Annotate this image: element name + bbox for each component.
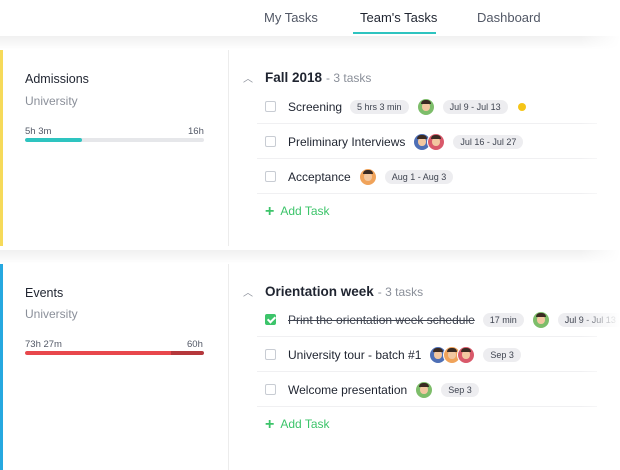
plus-icon: + <box>265 416 275 433</box>
section-header: ︿ Orientation week - 3 tasks <box>243 284 423 299</box>
project-type: University <box>25 307 78 321</box>
avatar[interactable] <box>416 97 435 116</box>
card-shadow <box>0 250 620 264</box>
assignees <box>429 345 476 364</box>
task-checkbox[interactable] <box>265 171 276 182</box>
tab-my-tasks[interactable]: My Tasks <box>264 10 318 25</box>
overtime-segment <box>171 351 204 355</box>
active-tab-indicator <box>353 32 436 34</box>
task-row[interactable]: Acceptance Aug 1 - Aug 3 <box>257 159 597 194</box>
assignees <box>413 132 446 151</box>
avatar[interactable] <box>427 132 446 151</box>
assignees <box>416 97 435 116</box>
section-title: Fall 2018 <box>265 70 323 85</box>
add-task-label: Add Task <box>280 417 330 431</box>
date-badge[interactable]: Sep 3 <box>441 382 479 397</box>
time-budget: 60h <box>187 339 203 350</box>
chevron-up-icon[interactable]: ︿ <box>243 70 253 85</box>
project-card-events: Events University 73h 27m 60h ︿ Orientati… <box>0 250 620 470</box>
task-checkbox[interactable] <box>265 136 276 147</box>
time-progress-fill <box>25 138 83 142</box>
assignees <box>415 380 434 399</box>
project-type: University <box>25 94 78 108</box>
column-divider <box>228 50 229 246</box>
date-badge[interactable]: Sep 3 <box>483 347 521 362</box>
project-name[interactable]: Admissions <box>25 72 89 86</box>
task-name[interactable]: University tour - batch #1 <box>288 348 421 362</box>
time-spent: 73h 27m <box>25 339 62 350</box>
plus-icon: + <box>265 203 275 220</box>
project-name[interactable]: Events <box>25 286 63 300</box>
time-spent: 5h 3m <box>25 126 52 137</box>
assignees <box>358 167 377 186</box>
date-range-badge[interactable]: Jul 9 - Jul 13 <box>442 99 508 114</box>
task-row[interactable]: Screening 5 hrs 3 min Jul 9 - Jul 13 <box>257 89 597 124</box>
project-card-admissions: Admissions University 5h 3m 16h ︿ Fall 20… <box>0 36 620 246</box>
avatar[interactable] <box>457 345 476 364</box>
section-title: Orientation week <box>265 284 374 299</box>
assignees <box>531 310 550 329</box>
date-range-badge[interactable]: Jul 16 - Jul 27 <box>453 134 524 149</box>
time-tracked-badge: 17 min <box>482 312 524 327</box>
row-fade <box>580 250 620 470</box>
avatar[interactable] <box>358 167 377 186</box>
card-shadow <box>0 36 620 50</box>
add-task-button[interactable]: + Add Task <box>265 416 330 434</box>
task-name[interactable]: Print the orientation week schedule <box>288 313 475 327</box>
project-color-bar <box>0 50 3 246</box>
task-name[interactable]: Welcome presentation <box>288 383 407 397</box>
tab-bar: My Tasks Team's Tasks Dashboard <box>0 0 620 36</box>
add-task-label: Add Task <box>280 204 330 218</box>
project-color-bar <box>0 264 3 470</box>
time-tracked-badge: 5 hrs 3 min <box>350 99 409 114</box>
tab-teams-tasks[interactable]: Team's Tasks <box>360 10 437 25</box>
time-budget: 16h <box>188 126 204 137</box>
section-task-count: - 3 tasks <box>326 71 372 85</box>
task-checkbox-checked[interactable] <box>265 314 276 325</box>
task-name[interactable]: Screening <box>288 100 342 114</box>
avatar[interactable] <box>531 310 550 329</box>
task-row[interactable]: Preliminary Interviews Jul 16 - Jul 27 <box>257 124 597 159</box>
status-dot-icon <box>517 102 526 111</box>
row-fade <box>580 36 620 246</box>
column-divider <box>228 264 229 470</box>
task-row[interactable]: Print the orientation week schedule 17 m… <box>257 302 620 337</box>
chevron-up-icon[interactable]: ︿ <box>243 284 253 299</box>
task-checkbox[interactable] <box>265 384 276 395</box>
task-row[interactable]: University tour - batch #1 Sep 3 <box>257 337 597 372</box>
section-task-count: - 3 tasks <box>377 285 424 299</box>
time-progress-bar <box>25 138 204 142</box>
task-checkbox[interactable] <box>265 349 276 360</box>
section-header: ︿ Fall 2018- 3 tasks <box>243 70 371 85</box>
task-name[interactable]: Acceptance <box>288 170 351 184</box>
avatar[interactable] <box>415 380 434 399</box>
time-progress-bar <box>25 351 204 355</box>
task-checkbox[interactable] <box>265 101 276 112</box>
task-row[interactable]: Welcome presentation Sep 3 <box>257 372 597 407</box>
date-range-badge[interactable]: Aug 1 - Aug 3 <box>384 169 454 184</box>
task-name[interactable]: Preliminary Interviews <box>288 135 405 149</box>
tab-dashboard[interactable]: Dashboard <box>477 10 541 25</box>
add-task-button[interactable]: + Add Task <box>265 203 330 221</box>
